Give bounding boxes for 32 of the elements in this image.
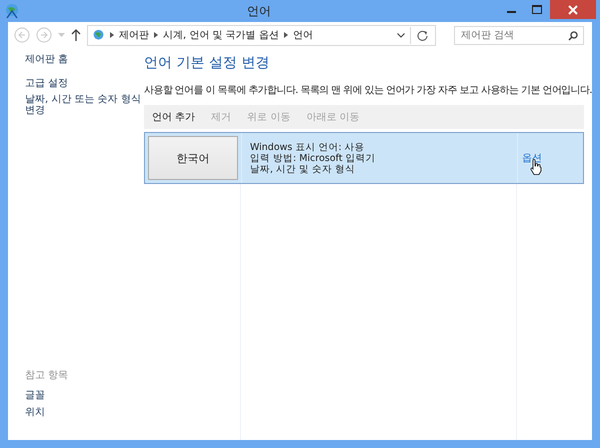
window-title: 언어: [246, 2, 272, 20]
toolbar-button[interactable]: 언어 추가: [152, 110, 196, 124]
chevron-icon: [110, 32, 114, 38]
maximize-icon: [532, 5, 542, 14]
language-detail: Windows 표시 언어: 사용: [250, 142, 366, 152]
sidebar-link[interactable]: 글꼴: [25, 390, 142, 401]
chevron-down-icon[interactable]: [397, 32, 405, 38]
chevron-icon: [284, 32, 288, 38]
close-icon: [568, 4, 578, 14]
sidebar-link[interactable]: 날짜, 시간 또는 숫자 형식 변경: [25, 94, 142, 116]
address-bar[interactable]: 제어판 시계, 언어 및 국가별 옵션 언어: [87, 24, 436, 46]
search-icon[interactable]: [568, 30, 578, 40]
sidebar-link[interactable]: 고급 설정: [25, 78, 142, 89]
breadcrumb[interactable]: 언어: [292, 28, 313, 42]
language-detail: 입력 방법: Microsoft 입력기: [250, 152, 376, 164]
up-button[interactable]: [71, 29, 81, 41]
chevron-icon: [154, 32, 158, 38]
sidebar-link[interactable]: 제어판 홈: [25, 54, 142, 65]
globe-icon: [4, 3, 20, 19]
globe-icon: [92, 28, 105, 42]
options-link[interactable]: 옵션: [522, 151, 542, 165]
language-button[interactable]: 한국어: [148, 136, 238, 180]
language-row[interactable]: 한국어 Windows 표시 언어: 사용 입력 방법: Microsoft 입력기 날짜, 시간 및 숫자 형식 옵션: [144, 132, 584, 184]
search-field[interactable]: 제어판 검색: [454, 26, 584, 44]
see-also-heading: 참고 항목: [25, 369, 70, 382]
sidebar-link[interactable]: 위치: [25, 407, 142, 418]
breadcrumb[interactable]: 제어판: [119, 28, 149, 42]
close-button[interactable]: [550, 0, 596, 19]
page-heading: 언어 기본 설정 변경: [144, 54, 270, 72]
language-detail: 날짜, 시간 및 숫자 형식: [250, 164, 356, 174]
breadcrumb[interactable]: 시계, 언어 및 국가별 옵션: [163, 28, 279, 42]
description: 사용할 언어를 이 목록에 추가합니다. 목록의 맨 위에 있는 언어가 가장 자주 보고 사용하는 기본 언어입니다.: [144, 84, 592, 97]
